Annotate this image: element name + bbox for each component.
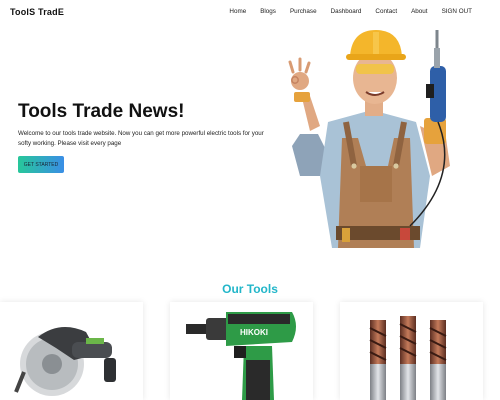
nav-dashboard[interactable]: Dashboard — [331, 8, 362, 15]
hero-title: Tools Trade News! — [18, 101, 185, 122]
end-mill-bits-icon — [369, 316, 447, 400]
get-started-button[interactable]: GET STARTED — [18, 156, 64, 173]
impact-drill-icon: HIKOKI — [186, 312, 296, 400]
circular-saw-icon — [14, 327, 116, 396]
navbar: ToolS TradE Home Blogs Purchase Dashboar… — [0, 0, 500, 26]
tool-card-circular-saw[interactable] — [0, 302, 143, 400]
nav-blogs[interactable]: Blogs — [260, 8, 276, 15]
nav-contact[interactable]: Contact — [375, 8, 397, 15]
hikoki-logo: HIKOKI — [240, 328, 268, 337]
nav-purchase[interactable]: Purchase — [290, 8, 317, 15]
nav-signout[interactable]: SIGN OUT — [442, 8, 472, 15]
our-tools-heading: Our Tools — [222, 282, 278, 296]
left-glove-icon — [294, 92, 310, 102]
nav-home[interactable]: Home — [229, 8, 246, 15]
nav-about[interactable]: About — [411, 8, 427, 15]
tool-card-end-mill-bits[interactable] — [340, 302, 483, 400]
nav-links: Home Blogs Purchase Dashboard Contact Ab… — [215, 8, 472, 15]
tool-card-impact-drill[interactable]: HIKOKI — [170, 302, 313, 400]
brand-logo[interactable]: ToolS TradE — [10, 7, 64, 17]
worker-illustration — [288, 30, 450, 248]
hero-description: Welcome to our tools trade website. Now … — [18, 130, 264, 147]
ok-hand-icon — [291, 72, 309, 90]
